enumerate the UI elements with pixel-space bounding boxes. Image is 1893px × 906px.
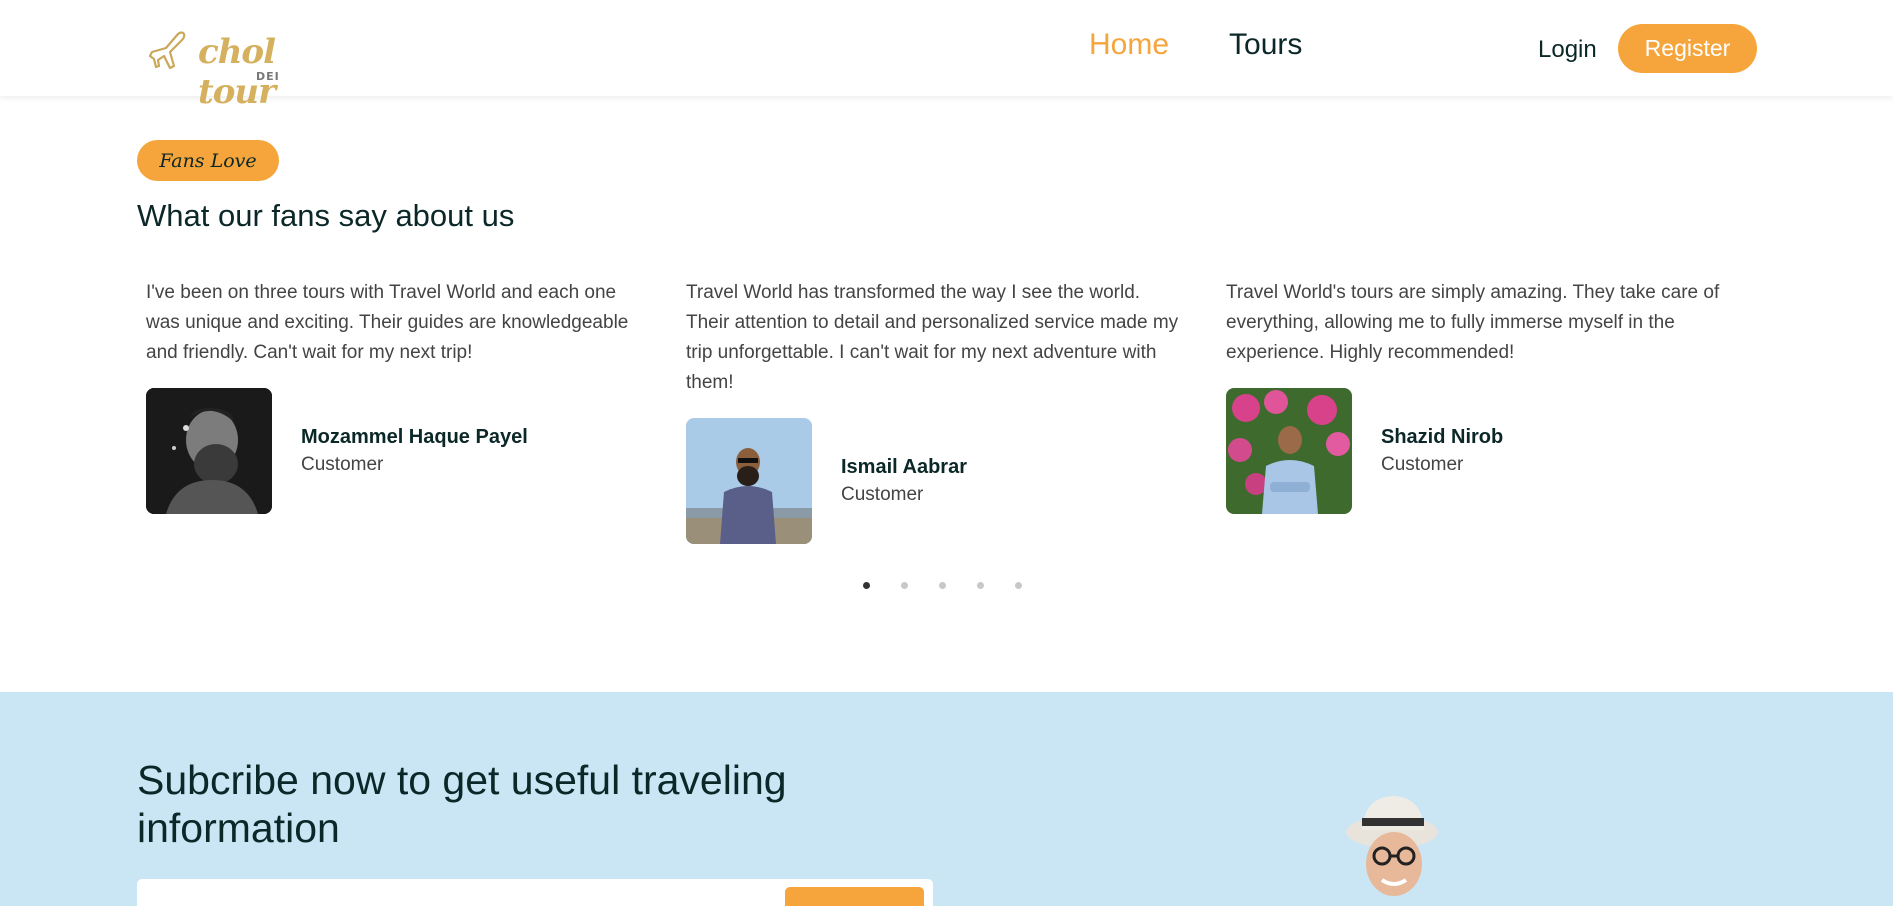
author-role: Customer: [1381, 454, 1464, 475]
testimonial-card: Travel World has transformed the way I s…: [686, 278, 1186, 544]
author-info: Ismail Aabrar Customer: [841, 454, 967, 508]
subscribe-button[interactable]: [785, 887, 924, 906]
testimonial-author: Shazid Nirob Customer: [1226, 388, 1726, 514]
carousel-dot[interactable]: [939, 582, 946, 589]
avatar: [686, 418, 812, 544]
testimonial-card: Travel World's tours are simply amazing.…: [1226, 278, 1726, 514]
avatar: [1226, 388, 1352, 514]
author-info: Mozammel Haque Payel Customer: [301, 424, 528, 478]
logo[interactable]: chol tour DEI: [148, 22, 338, 112]
airplane-icon: [148, 31, 186, 70]
nav-tours[interactable]: Tours: [1229, 28, 1302, 62]
testimonial-card: I've been on three tours with Travel Wor…: [146, 278, 646, 514]
carousel-dot[interactable]: [1015, 582, 1022, 589]
site-header: chol tour DEI Home Tours Login Register: [0, 0, 1893, 112]
nav-home[interactable]: Home: [1089, 28, 1169, 62]
section-title: What our fans say about us: [137, 198, 515, 233]
author-role: Customer: [841, 484, 924, 505]
testimonial-text: Travel World's tours are simply amazing.…: [1226, 282, 1720, 363]
testimonial-text: Travel World has transformed the way I s…: [686, 282, 1179, 393]
login-link[interactable]: Login: [1538, 36, 1597, 64]
author-role: Customer: [301, 454, 384, 475]
testimonial-text: I've been on three tours with Travel Wor…: [146, 282, 629, 363]
email-input[interactable]: [153, 889, 753, 906]
avatar: [146, 388, 272, 514]
carousel-dots: [863, 582, 1022, 589]
logo-subtext: DEI: [256, 70, 280, 83]
testimonial-author: Ismail Aabrar Customer: [686, 418, 1186, 544]
testimonial-author: Mozammel Haque Payel Customer: [146, 388, 646, 514]
section-badge: Fans Love: [137, 140, 279, 181]
newsletter-title: Subcribe now to get useful traveling inf…: [137, 757, 787, 851]
testimonial-carousel[interactable]: I've been on three tours with Travel Wor…: [146, 278, 1746, 548]
main-nav: Home Tours: [1089, 28, 1302, 62]
carousel-dot[interactable]: [901, 582, 908, 589]
author-name: Mozammel Haque Payel: [301, 426, 528, 448]
carousel-dot[interactable]: [977, 582, 984, 589]
author-name: Shazid Nirob: [1381, 426, 1504, 448]
author-name: Ismail Aabrar: [841, 456, 967, 478]
register-button[interactable]: Register: [1618, 24, 1757, 73]
author-info: Shazid Nirob Customer: [1381, 424, 1503, 478]
newsletter-image: [1330, 772, 1460, 906]
newsletter-section: Subcribe now to get useful traveling inf…: [0, 692, 1893, 906]
carousel-dot[interactable]: [863, 582, 870, 589]
